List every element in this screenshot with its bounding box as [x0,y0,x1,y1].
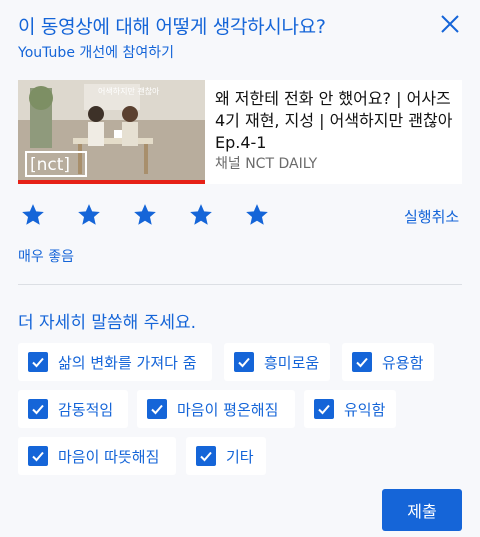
video-thumbnail[interactable]: [nct] 어색하지만 괜찮아 [18,80,205,184]
thumbnail-logo: [nct] [30,155,70,175]
submit-button[interactable]: 제출 [382,489,462,531]
checkbox-checked-icon[interactable] [196,446,216,466]
checkbox-checked-icon[interactable] [28,399,48,419]
page-subtitle[interactable]: YouTube 개선에 참여하기 [18,42,174,62]
checkbox-checked-icon[interactable] [147,399,167,419]
option-label: 기타 [226,447,254,466]
checkbox-checked-icon[interactable] [234,352,254,372]
option-label: 삶의 변화를 가져다 줌 [58,353,197,372]
option-label: 흥미로움 [264,353,320,372]
option-chip[interactable]: 마음이 따뜻해짐 [18,437,176,475]
option-chip[interactable]: 기타 [186,437,266,475]
checkbox-checked-icon[interactable] [352,352,372,372]
option-chip[interactable]: 유익함 [304,390,396,428]
video-title[interactable]: 왜 저한테 전화 안 했어요? | 어사즈 4기 재현, 지성 | 어색하지만 … [215,88,455,154]
undo-button[interactable]: 실행취소 [404,206,459,227]
option-chip[interactable]: 마음이 평온해짐 [137,390,295,428]
option-chip[interactable]: 흥미로움 [224,343,330,381]
option-label: 마음이 따뜻해짐 [58,447,160,466]
option-label: 유익함 [344,400,386,419]
checkbox-checked-icon[interactable] [28,446,48,466]
details-prompt: 더 자세히 말씀해 주세요. [18,313,197,333]
option-chip[interactable]: 감동적임 [18,390,128,428]
video-card[interactable]: [nct] 어색하지만 괜찮아 왜 저한테 전화 안 했어요? | 어사즈 4기… [18,80,462,184]
option-chip[interactable]: 유용함 [342,343,434,381]
star-icon-2[interactable] [76,202,102,228]
option-chip[interactable]: 삶의 변화를 가져다 줌 [18,343,212,381]
option-label: 유용함 [382,353,424,372]
option-label: 마음이 평온해짐 [177,400,279,419]
page-title: 이 동영상에 대해 어떻게 생각하시나요? [18,16,326,38]
watch-progress-bar [18,180,205,184]
checkbox-checked-icon[interactable] [28,352,48,372]
checkbox-checked-icon[interactable] [314,399,334,419]
close-icon[interactable] [436,10,464,38]
divider [18,284,462,285]
rating-label: 매우 좋음 [18,249,74,265]
star-icon-5[interactable] [244,202,270,228]
star-icon-1[interactable] [20,202,46,228]
star-icon-3[interactable] [132,202,158,228]
thumbnail-caption: 어색하지만 괜찮아 [98,86,160,96]
channel-name[interactable]: 채널 NCT DAILY [215,153,317,173]
option-label: 감동적임 [58,400,114,419]
star-icon-4[interactable] [188,202,214,228]
